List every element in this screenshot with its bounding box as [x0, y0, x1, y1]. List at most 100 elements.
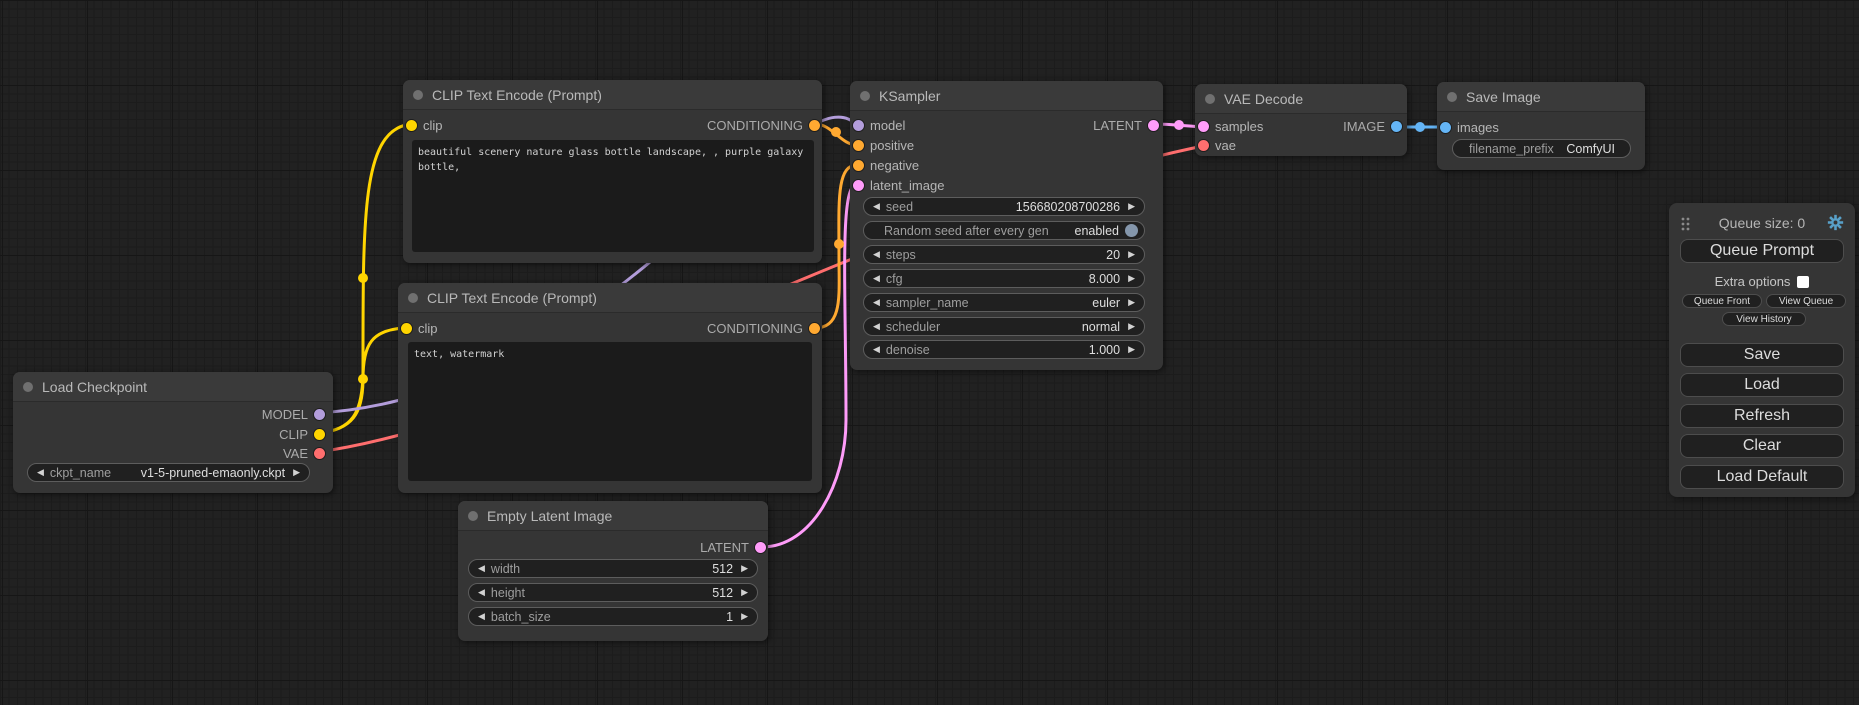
- node-title-bar[interactable]: Load Checkpoint: [13, 372, 333, 402]
- output-port-latent[interactable]: [1148, 120, 1159, 131]
- node-ksampler[interactable]: KSampler model LATENT positive negative: [850, 81, 1163, 370]
- decrement-arrow-icon[interactable]: ◀: [873, 322, 880, 331]
- filename-prefix-widget[interactable]: filename_prefix ComfyUI: [1452, 139, 1631, 158]
- toggle-on-icon[interactable]: [1125, 224, 1138, 237]
- height-widget[interactable]: ◀ height 512 ▶: [468, 583, 758, 602]
- node-title-bar[interactable]: KSampler: [850, 81, 1163, 111]
- node-title-bar[interactable]: VAE Decode: [1195, 84, 1407, 114]
- decrement-arrow-icon[interactable]: ◀: [873, 298, 880, 307]
- collapse-dot-icon[interactable]: [408, 293, 418, 303]
- widget-value: 8.000: [1089, 272, 1120, 286]
- width-widget[interactable]: ◀ width 512 ▶: [468, 559, 758, 578]
- output-label: LATENT: [1093, 118, 1142, 133]
- node-title-bar[interactable]: Save Image: [1437, 82, 1645, 112]
- node-vae-decode[interactable]: VAE Decode samples IMAGE vae: [1195, 84, 1407, 156]
- scheduler-widget[interactable]: ◀ scheduler normal ▶: [863, 317, 1145, 336]
- refresh-button[interactable]: Refresh: [1680, 404, 1844, 428]
- input-port-latent-image[interactable]: [853, 180, 864, 191]
- output-port-vae[interactable]: [314, 448, 325, 459]
- output-port-conditioning[interactable]: [809, 120, 820, 131]
- output-port-clip[interactable]: [314, 429, 325, 440]
- output-port-conditioning[interactable]: [809, 323, 820, 334]
- load-button[interactable]: Load: [1680, 373, 1844, 397]
- link-midpoint-dot[interactable]: [358, 273, 368, 283]
- widget-value: 20: [1106, 248, 1120, 262]
- clear-button[interactable]: Clear: [1680, 434, 1844, 458]
- link-midpoint-dot[interactable]: [1174, 120, 1184, 130]
- prompt-textarea[interactable]: beautiful scenery nature glass bottle la…: [412, 140, 814, 252]
- output-port-latent[interactable]: [755, 542, 766, 553]
- random-seed-toggle-widget[interactable]: Random seed after every gen enabled: [863, 221, 1145, 240]
- output-label: CLIP: [279, 427, 308, 442]
- save-button[interactable]: Save: [1680, 343, 1844, 367]
- load-default-button[interactable]: Load Default: [1680, 465, 1844, 489]
- link-midpoint-dot[interactable]: [1415, 122, 1425, 132]
- node-clip-text-encode-negative[interactable]: CLIP Text Encode (Prompt) clip CONDITION…: [398, 283, 822, 493]
- node-save-image[interactable]: Save Image images filename_prefix ComfyU…: [1437, 82, 1645, 170]
- decrement-arrow-icon[interactable]: ◀: [478, 564, 485, 573]
- increment-arrow-icon[interactable]: ▶: [1128, 274, 1135, 283]
- widget-label: seed: [886, 200, 913, 214]
- view-history-button[interactable]: View History: [1722, 312, 1806, 326]
- decrement-arrow-icon[interactable]: ◀: [873, 345, 880, 354]
- increment-arrow-icon[interactable]: ▶: [1128, 250, 1135, 259]
- collapse-dot-icon[interactable]: [860, 91, 870, 101]
- decrement-arrow-icon[interactable]: ◀: [37, 468, 44, 477]
- collapse-dot-icon[interactable]: [413, 90, 423, 100]
- collapse-dot-icon[interactable]: [468, 511, 478, 521]
- node-title-bar[interactable]: CLIP Text Encode (Prompt): [398, 283, 822, 313]
- increment-arrow-icon[interactable]: ▶: [1128, 202, 1135, 211]
- batch-size-widget[interactable]: ◀ batch_size 1 ▶: [468, 607, 758, 626]
- node-title-bar[interactable]: Empty Latent Image: [458, 501, 768, 531]
- collapse-dot-icon[interactable]: [1205, 94, 1215, 104]
- input-port-clip[interactable]: [406, 120, 417, 131]
- seed-widget[interactable]: ◀ seed 156680208700286 ▶: [863, 197, 1145, 216]
- node-graph-canvas[interactable]: Load Checkpoint MODEL CLIP VAE ◀ ckpt_na…: [0, 0, 1859, 705]
- prompt-textarea[interactable]: text, watermark: [408, 342, 812, 481]
- decrement-arrow-icon[interactable]: ◀: [873, 250, 880, 259]
- widget-value: 512: [712, 586, 733, 600]
- increment-arrow-icon[interactable]: ▶: [1128, 322, 1135, 331]
- increment-arrow-icon[interactable]: ▶: [1128, 298, 1135, 307]
- widget-value: 156680208700286: [1016, 200, 1120, 214]
- gear-icon[interactable]: [1827, 214, 1844, 231]
- decrement-arrow-icon[interactable]: ◀: [873, 202, 880, 211]
- increment-arrow-icon[interactable]: ▶: [741, 564, 748, 573]
- queue-menu-panel[interactable]: Queue size: 0 Queue Prompt Extra options…: [1669, 203, 1855, 497]
- output-port-model[interactable]: [314, 409, 325, 420]
- increment-arrow-icon[interactable]: ▶: [741, 612, 748, 621]
- node-clip-text-encode-positive[interactable]: CLIP Text Encode (Prompt) clip CONDITION…: [403, 80, 822, 263]
- decrement-arrow-icon[interactable]: ◀: [478, 588, 485, 597]
- node-load-checkpoint[interactable]: Load Checkpoint MODEL CLIP VAE ◀ ckpt_na…: [13, 372, 333, 493]
- increment-arrow-icon[interactable]: ▶: [1128, 345, 1135, 354]
- node-title-bar[interactable]: CLIP Text Encode (Prompt): [403, 80, 822, 110]
- view-queue-button[interactable]: View Queue: [1766, 294, 1846, 308]
- input-port-negative[interactable]: [853, 160, 864, 171]
- cfg-widget[interactable]: ◀ cfg 8.000 ▶: [863, 269, 1145, 288]
- increment-arrow-icon[interactable]: ▶: [741, 588, 748, 597]
- queue-front-button[interactable]: Queue Front: [1682, 294, 1762, 308]
- input-port-images[interactable]: [1440, 122, 1451, 133]
- queue-prompt-button[interactable]: Queue Prompt: [1680, 239, 1844, 263]
- collapse-dot-icon[interactable]: [23, 382, 33, 392]
- link-midpoint-dot[interactable]: [358, 374, 368, 384]
- widget-value: v1-5-pruned-emaonly.ckpt: [141, 466, 285, 480]
- sampler-name-widget[interactable]: ◀ sampler_name euler ▶: [863, 293, 1145, 312]
- input-port-samples[interactable]: [1198, 121, 1209, 132]
- increment-arrow-icon[interactable]: ▶: [293, 468, 300, 477]
- decrement-arrow-icon[interactable]: ◀: [478, 612, 485, 621]
- link-midpoint-dot[interactable]: [831, 127, 841, 137]
- decrement-arrow-icon[interactable]: ◀: [873, 274, 880, 283]
- ckpt-name-widget[interactable]: ◀ ckpt_name v1-5-pruned-emaonly.ckpt ▶: [27, 463, 310, 482]
- node-empty-latent-image[interactable]: Empty Latent Image LATENT ◀ width 512 ▶ …: [458, 501, 768, 641]
- input-port-clip[interactable]: [401, 323, 412, 334]
- denoise-widget[interactable]: ◀ denoise 1.000 ▶: [863, 340, 1145, 359]
- output-port-image[interactable]: [1391, 121, 1402, 132]
- input-port-positive[interactable]: [853, 140, 864, 151]
- link-midpoint-dot[interactable]: [834, 239, 844, 249]
- steps-widget[interactable]: ◀ steps 20 ▶: [863, 245, 1145, 264]
- collapse-dot-icon[interactable]: [1447, 92, 1457, 102]
- input-port-model[interactable]: [853, 120, 864, 131]
- extra-options-checkbox[interactable]: [1797, 276, 1809, 288]
- input-port-vae[interactable]: [1198, 140, 1209, 151]
